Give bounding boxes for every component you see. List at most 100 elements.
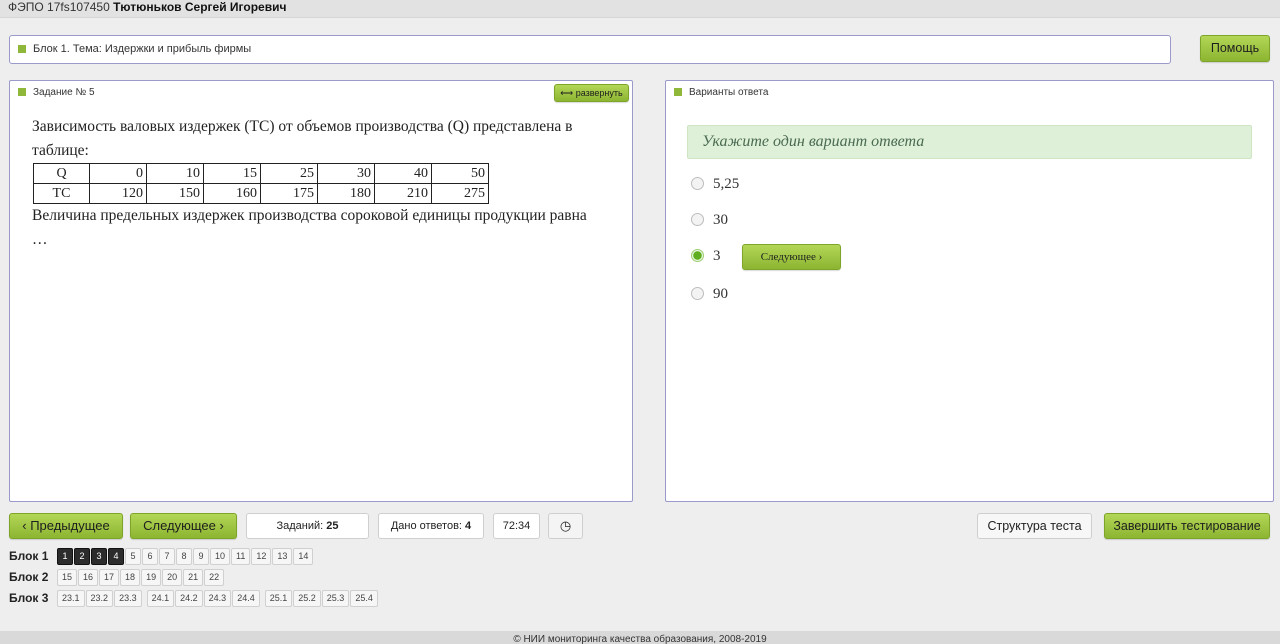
test-structure-button[interactable]: Структура теста [977,513,1092,539]
pager-question-button[interactable]: 19 [141,569,162,586]
expand-button[interactable]: ⟷ развернуть [554,84,629,102]
question-body: Зависимость валовых издержек (ТС) от объ… [32,115,592,252]
user-name: Тютюньков Сергей Игоревич [113,0,287,14]
pager-question-button[interactable]: 4 [108,548,124,565]
pager-question-button[interactable]: 21 [183,569,204,586]
radio-button[interactable] [691,287,704,300]
pager-question-button[interactable]: 24.2 [175,590,203,607]
table-cell: 15 [203,163,261,184]
pager-question-button[interactable]: 9 [193,548,209,565]
answer-instruction: Укажите один вариант ответа [687,125,1252,159]
answers-header: Варианты ответа [674,87,768,98]
help-button[interactable]: Помощь [1200,35,1270,62]
answer-option[interactable]: 5,25 [691,176,739,193]
timer: 72:34 [493,513,540,539]
answers-title: Варианты ответа [689,87,769,98]
option-label: 3 [713,248,721,264]
pager-question-button[interactable]: 16 [78,569,99,586]
table-cell: 210 [374,183,432,204]
question-text-before: Зависимость валовых издержек (ТС) от объ… [32,118,573,159]
option-label: 5,25 [713,176,740,192]
table-cell: 0 [89,163,147,184]
table-cell: 150 [146,183,204,204]
row-header: Q [33,163,90,184]
radio-button-selected[interactable] [691,249,704,262]
pager-block-label: Блок 2 [9,569,49,584]
pager-question-button[interactable]: 14 [293,548,314,565]
table-cell: 160 [203,183,261,204]
next-label: Следующее [143,518,216,533]
next-inline-button[interactable]: Следующее › [742,244,841,270]
expand-arrows-icon: ⟷ [560,88,574,98]
answer-option[interactable]: 90 [691,286,728,303]
pager-question-button[interactable]: 5 [125,548,141,565]
pager-question-button[interactable]: 6 [142,548,158,565]
pager-question-button[interactable]: 15 [57,569,78,586]
block-topic-text: Блок 1. Тема: Издержки и прибыль фирмы [33,43,252,55]
pager-question-button[interactable]: 23.2 [85,590,114,607]
table-cell: 50 [431,163,489,184]
pager-question-button[interactable]: 10 [210,548,231,565]
pager-question-button[interactable]: 7 [159,548,175,565]
chevron-right-icon: › [219,518,224,533]
radio-button[interactable] [691,177,704,190]
task-panel: Задание № 5 ⟷ развернуть Зависимость вал… [9,80,633,502]
pager-question-button[interactable]: 23.1 [57,590,85,607]
option-label: 90 [713,286,728,302]
table-row: TC 120 150 160 175 180 210 275 [33,183,489,204]
pager-question-button[interactable]: 24.1 [146,590,175,607]
tasks-counter: Заданий: 25 [246,513,369,539]
test-code: ФЭПО 17fs107450 [8,0,110,14]
pager-question-button[interactable]: 17 [99,569,120,586]
next-button[interactable]: Следующее › [130,513,237,539]
clock-button[interactable]: ◷ [548,513,583,539]
clock-icon: ◷ [559,518,572,533]
table-cell: 180 [317,183,375,204]
answered-counter: Дано ответов: 4 [378,513,484,539]
pager-question-button[interactable]: 25.1 [264,590,293,607]
answered-label: Дано ответов: [390,520,462,532]
tasks-label: Заданий: [276,520,324,532]
answer-option[interactable]: 30 [691,212,728,229]
pager-question-button[interactable]: 1 [57,548,73,565]
pager-question-button[interactable]: 22 [204,569,225,586]
pager-question-button[interactable]: 13 [272,548,293,565]
footer: © НИИ мониторинга качества образования, … [0,631,1280,644]
task-marker-icon [18,88,26,96]
task-title: Задание № 5 [33,87,95,98]
pager-question-button[interactable]: 18 [120,569,141,586]
pager-question-button[interactable]: 20 [162,569,183,586]
pager-question-button[interactable]: 11 [231,548,251,565]
pager-block-row: Блок 3 23.1 23.2 23.3 24.1 24.2 24.3 24.4 25.1 25… [9,590,379,607]
pager-question-button[interactable]: 8 [176,548,192,565]
answered-count: 4 [465,520,472,532]
block-marker-icon [18,45,26,53]
chevron-left-icon: ‹ [22,518,27,533]
option-label: 30 [713,212,728,228]
tasks-count: 25 [326,520,339,532]
finish-test-button[interactable]: Завершить тестирование [1104,513,1270,539]
pager-block-row: Блок 1 1 2 3 4 5 6 7 8 9 10 11 12 13 14 [9,548,314,565]
top-bar: ФЭПО 17fs107450 Тютюньков Сергей Игореви… [0,0,1280,18]
answers-panel: Варианты ответа Укажите один вариант отв… [665,80,1274,502]
radio-button[interactable] [691,213,704,226]
answers-marker-icon [674,88,682,96]
cost-table: Q 0 10 15 25 30 40 50 TC 120 150 160 175… [33,163,489,204]
pager-question-button[interactable]: 25.2 [293,590,321,607]
table-cell: 175 [260,183,318,204]
table-cell: 30 [317,163,375,184]
pager-block-label: Блок 1 [9,548,49,563]
pager-question-button[interactable]: 24.4 [232,590,260,607]
pager-question-button[interactable]: 23.3 [114,590,142,607]
prev-button[interactable]: ‹ Предыдущее [9,513,123,539]
pager-question-button[interactable]: 12 [251,548,272,565]
task-header: Задание № 5 [18,87,95,98]
pager-question-button[interactable]: 2 [74,548,90,565]
pager-question-button[interactable]: 25.3 [321,590,350,607]
pager-question-button[interactable]: 25.4 [350,590,378,607]
pager-question-button[interactable]: 24.3 [203,590,232,607]
pager-question-button[interactable]: 3 [91,548,107,565]
table-cell: 40 [374,163,432,184]
answer-option[interactable]: 3 [691,248,721,265]
table-cell: 120 [89,183,147,204]
